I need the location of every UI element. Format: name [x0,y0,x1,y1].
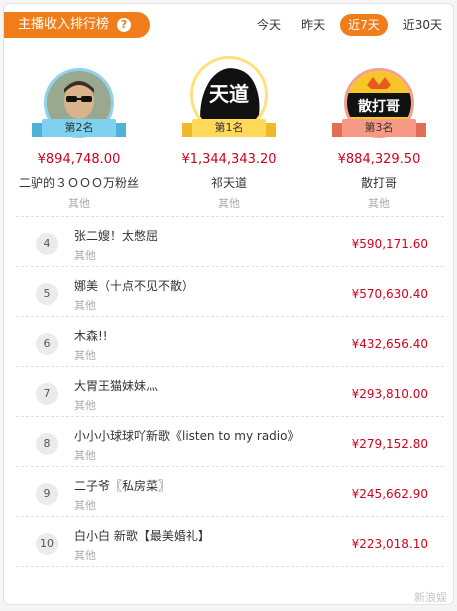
category-label: 其他 [74,499,96,512]
list-item[interactable]: 5 娜美（十点不见不散） 其他 ¥570,630.40 [16,266,444,316]
badge-third: 第3名 [332,119,426,137]
list-item[interactable]: 8 小小小球球吖新歌《listen to my radio》 其他 ¥279,1… [16,416,444,466]
tab-last-7-days[interactable]: 近7天 [340,14,388,36]
category-label: 其他 [74,549,96,562]
streamer-name[interactable]: 小小小球球吖新歌《listen to my radio》 [74,427,299,444]
badge-first-label: 第1名 [214,121,244,134]
other-third: 其他 [368,197,390,210]
list-item[interactable]: 9 二子爷〖私房菜〗 其他 ¥245,662.90 [16,466,444,516]
category-label: 其他 [74,449,96,462]
income-amount: ¥432,656.40 [351,337,428,351]
rank-badge: 5 [36,283,58,305]
list-item[interactable]: 10 白小白 新歌【最美婚礼】 其他 ¥223,018.10 [16,516,444,566]
amount-second: ¥894,748.00 [37,152,121,167]
watermark: 新浪娱 [414,591,447,604]
badge-first: 第1名 [182,119,276,137]
other-second: 其他 [68,197,90,210]
help-icon[interactable]: ? [117,18,131,32]
badge-second-label: 第2名 [64,121,94,134]
ranking-list: 4 张二嫂！太憋屈 其他 ¥590,171.60 5 娜美（十点不见不散） 其他… [16,216,444,567]
streamer-name[interactable]: 张二嫂！太憋屈 [74,227,158,244]
svg-text:天道: 天道 [209,82,249,106]
rank-badge: 7 [36,383,58,405]
svg-text:散打哥: 散打哥 [358,98,400,115]
streamer-name[interactable]: 二子爷〖私房菜〗 [74,477,170,494]
tab-today[interactable]: 今天 [252,14,286,36]
other-first: 其他 [218,197,240,210]
streamer-name[interactable]: 娜美（十点不见不散） [74,277,194,294]
rank-badge: 10 [36,533,58,555]
income-amount: ¥590,171.60 [351,237,428,251]
list-item[interactable]: 7 大胃王猫妹妹灬 其他 ¥293,810.00 [16,366,444,416]
tab-yesterday[interactable]: 昨天 [296,14,330,36]
income-amount: ¥570,630.40 [351,287,428,301]
ranking-title: 主播收入排行榜 ? [4,12,150,38]
name-second[interactable]: 二驴的３ＯＯＯ万粉丝 [4,174,154,191]
amount-first: ¥1,344,343.20 [181,152,277,167]
amount-third: ¥884,329.50 [337,152,421,167]
rank-badge: 9 [36,483,58,505]
income-amount: ¥293,810.00 [351,387,428,401]
list-divider [16,566,444,567]
streamer-name[interactable]: 白小白 新歌【最美婚礼】 [74,527,210,544]
income-amount: ¥245,662.90 [351,487,428,501]
period-tabs: 今天 昨天 近7天 近30天 [242,14,447,36]
income-amount: ¥279,152.80 [351,437,428,451]
top-three-podium: 第2名 ¥894,748.00 二驴的３ＯＯＯ万粉丝 其他 天道 第1名 ¥1,… [4,56,453,216]
name-third[interactable]: 散打哥 [304,174,453,191]
category-label: 其他 [74,399,96,412]
badge-third-label: 第3名 [364,121,394,134]
ranking-header: 主播收入排行榜 ? 今天 昨天 近7天 近30天 [4,12,453,40]
category-label: 其他 [74,249,96,262]
category-label: 其他 [74,349,96,362]
income-amount: ¥223,018.10 [351,537,428,551]
rank-badge: 6 [36,333,58,355]
list-item[interactable]: 6 木森!! 其他 ¥432,656.40 [16,316,444,366]
ranking-card: 主播收入排行榜 ? 今天 昨天 近7天 近30天 第2名 ¥894,748.00… [3,3,454,605]
list-item[interactable]: 4 张二嫂！太憋屈 其他 ¥590,171.60 [16,216,444,266]
name-first[interactable]: 祁天道 [154,174,304,191]
tab-last-30-days[interactable]: 近30天 [398,14,447,36]
badge-second: 第2名 [32,119,126,137]
streamer-name[interactable]: 木森!! [74,327,108,344]
rank-badge: 8 [36,433,58,455]
category-label: 其他 [74,299,96,312]
streamer-name[interactable]: 大胃王猫妹妹灬 [74,377,158,394]
rank-badge: 4 [36,233,58,255]
ranking-title-text: 主播收入排行榜 [18,17,110,32]
